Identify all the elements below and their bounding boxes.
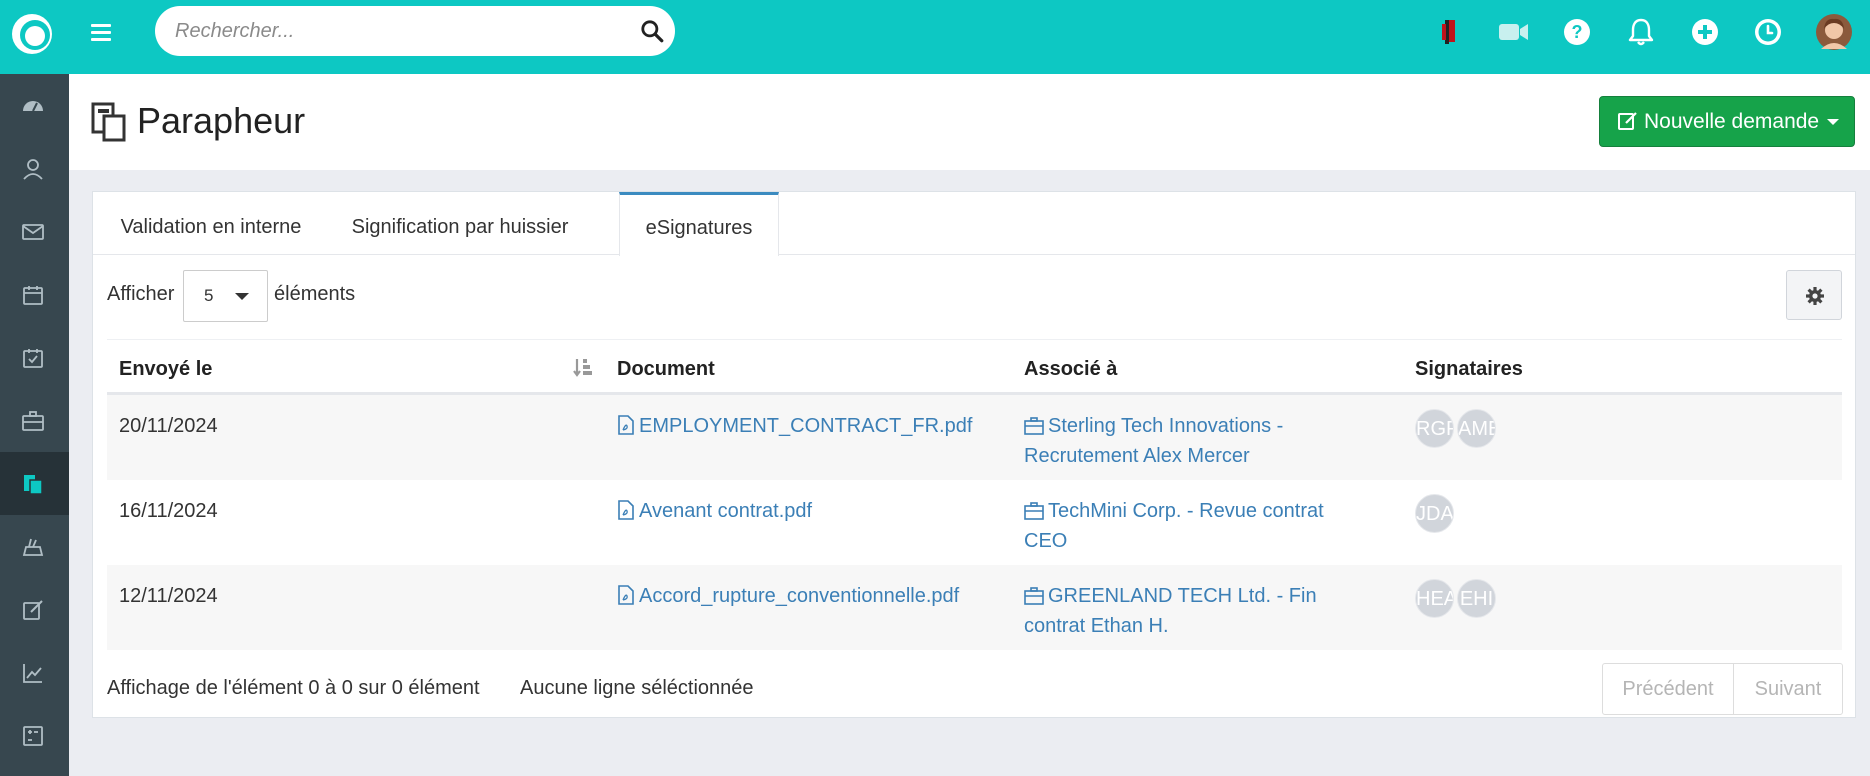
- associated-case-line2: contrat Ethan H.: [1024, 615, 1169, 637]
- page-length-prefix: Afficher: [107, 283, 175, 305]
- tasks-icon: [23, 349, 43, 368]
- column-header-signataires[interactable]: Signataires: [1415, 358, 1523, 381]
- document-name: Avenant contrat.pdf: [639, 500, 813, 522]
- column-header-date[interactable]: Envoyé le: [119, 358, 212, 381]
- cases-icon: [22, 411, 44, 431]
- associated-case-line2: Recrutement Alex Mercer: [1024, 445, 1250, 467]
- signer-avatar[interactable]: RGP: [1415, 409, 1454, 448]
- pdf-file-icon: [618, 500, 634, 520]
- stats-icon: [23, 664, 42, 683]
- search-box: [155, 6, 675, 56]
- sort-desc-icon[interactable]: [572, 356, 594, 378]
- document-link[interactable]: Accord_rupture_conventionnelle.pdf: [617, 581, 959, 611]
- flag-icon[interactable]: [1433, 14, 1467, 48]
- selection-info: Aucune ligne séléctionnée: [520, 677, 754, 699]
- sidebar-item-billing[interactable]: [0, 515, 69, 578]
- sidebar-item-cases[interactable]: [0, 389, 69, 452]
- sidebar-item-edit[interactable]: [0, 578, 69, 641]
- briefcase-icon: [1024, 502, 1044, 520]
- sidebar: [0, 74, 69, 776]
- svg-text:?: ?: [1572, 22, 1583, 42]
- document-name: Accord_rupture_conventionnelle.pdf: [639, 585, 960, 607]
- page-length-value: 5: [204, 286, 214, 305]
- table-settings-button[interactable]: [1786, 270, 1842, 320]
- associated-case-link[interactable]: GREENLAND TECH Ltd. - Fin contrat Ethan H…: [1024, 581, 1317, 641]
- table-row[interactable]: 12/11/2024 Accord_rupture_conventionnell…: [107, 565, 1842, 650]
- plus-icon[interactable]: [1688, 15, 1722, 49]
- signer-avatar[interactable]: JDA: [1415, 494, 1454, 533]
- briefcase-icon: [1024, 417, 1044, 435]
- edit-icon: [23, 600, 43, 620]
- bell-icon[interactable]: [1624, 15, 1658, 49]
- sidebar-item-parapheur[interactable]: [0, 452, 69, 515]
- tab-validation-interne[interactable]: Validation en interne: [93, 192, 329, 255]
- chevron-down-icon: [1827, 119, 1840, 125]
- sidebar-item-calculator[interactable]: [0, 704, 69, 767]
- new-request-button[interactable]: Nouvelle demande: [1599, 96, 1855, 147]
- next-page-button[interactable]: Suivant: [1733, 663, 1843, 715]
- sidebar-item-contacts[interactable]: [0, 137, 69, 200]
- document-link[interactable]: Avenant contrat.pdf: [617, 496, 812, 526]
- calculator-icon: [23, 726, 43, 746]
- associated-case-link[interactable]: Sterling Tech Innovations - Recrutement A…: [1024, 411, 1283, 471]
- page-title: Parapheur: [137, 100, 306, 141]
- page-header: Parapheur Nouvelle demande: [69, 74, 1870, 170]
- table-info: Affichage de l'élément 0 à 0 sur 0 éléme…: [107, 677, 480, 699]
- billing-icon: [22, 538, 44, 556]
- sidebar-item-dashboard[interactable]: [0, 74, 69, 137]
- associated-case-link[interactable]: TechMini Corp. - Revue contrat CEO: [1024, 496, 1324, 556]
- table-row[interactable]: 16/11/2024 Avenant contrat.pdf TechMini …: [107, 480, 1842, 565]
- row-date: 16/11/2024: [119, 500, 218, 522]
- tab-bar: Validation en interne Signification par …: [93, 192, 1855, 256]
- user-avatar[interactable]: [1815, 13, 1853, 51]
- dashboard-icon: [23, 101, 43, 112]
- associated-case-line1: GREENLAND TECH Ltd. - Fin: [1048, 585, 1317, 607]
- table-header: Envoyé le Document Associé à Signataires: [107, 339, 1842, 395]
- app-logo[interactable]: [12, 14, 52, 54]
- search-icon[interactable]: [639, 18, 665, 44]
- associated-case-line1: Sterling Tech Innovations -: [1048, 415, 1284, 437]
- signer-avatar[interactable]: AME: [1457, 409, 1496, 448]
- edit-icon: [1618, 112, 1637, 130]
- associated-case-line1: TechMini Corp. - Revue contrat: [1048, 500, 1324, 522]
- briefcase-icon: [1024, 587, 1044, 605]
- sidebar-item-calendar[interactable]: [0, 263, 69, 326]
- new-request-label: Nouvelle demande: [1644, 110, 1820, 133]
- previous-page-button[interactable]: Précédent: [1602, 663, 1734, 715]
- document-link[interactable]: EMPLOYMENT_CONTRACT_FR.pdf: [617, 411, 972, 441]
- parapheur-title-icon: [91, 102, 126, 142]
- tab-esignatures[interactable]: eSignatures: [619, 192, 779, 256]
- signer-avatar[interactable]: HEA: [1415, 579, 1454, 618]
- calendar-icon: [23, 286, 43, 305]
- gear-icon: [1806, 287, 1824, 305]
- page-length-select[interactable]: 5: [183, 270, 268, 322]
- chevron-down-icon: [235, 293, 249, 300]
- column-header-associe[interactable]: Associé à: [1024, 358, 1117, 381]
- help-icon[interactable]: ?: [1560, 15, 1594, 49]
- pdf-file-icon: [618, 415, 634, 435]
- top-bar: ?: [0, 0, 1870, 74]
- row-date: 20/11/2024: [119, 415, 218, 437]
- document-name: EMPLOYMENT_CONTRACT_FR.pdf: [639, 415, 973, 437]
- row-date: 12/11/2024: [119, 585, 218, 607]
- table-row[interactable]: 20/11/2024 EMPLOYMENT_CONTRACT_FR.pdf St…: [107, 395, 1842, 480]
- sidebar-item-stats[interactable]: [0, 641, 69, 704]
- clock-icon[interactable]: [1751, 15, 1785, 49]
- column-header-document[interactable]: Document: [617, 358, 715, 381]
- parapheur-icon: [24, 475, 43, 495]
- signer-avatar[interactable]: EHI: [1457, 579, 1496, 618]
- sidebar-item-mail[interactable]: [0, 200, 69, 263]
- video-icon[interactable]: [1496, 15, 1530, 49]
- menu-toggle-icon[interactable]: [91, 24, 111, 42]
- pdf-file-icon: [618, 585, 634, 605]
- sidebar-item-tasks[interactable]: [0, 326, 69, 389]
- esignatures-panel: Validation en interne Signification par …: [92, 191, 1856, 718]
- page-length-suffix: éléments: [274, 283, 356, 305]
- associated-case-line2: CEO: [1024, 530, 1068, 552]
- search-input[interactable]: [175, 6, 615, 56]
- mail-icon: [22, 224, 44, 240]
- tab-signification-huissier[interactable]: Signification par huissier: [329, 192, 591, 255]
- contacts-icon: [23, 159, 43, 180]
